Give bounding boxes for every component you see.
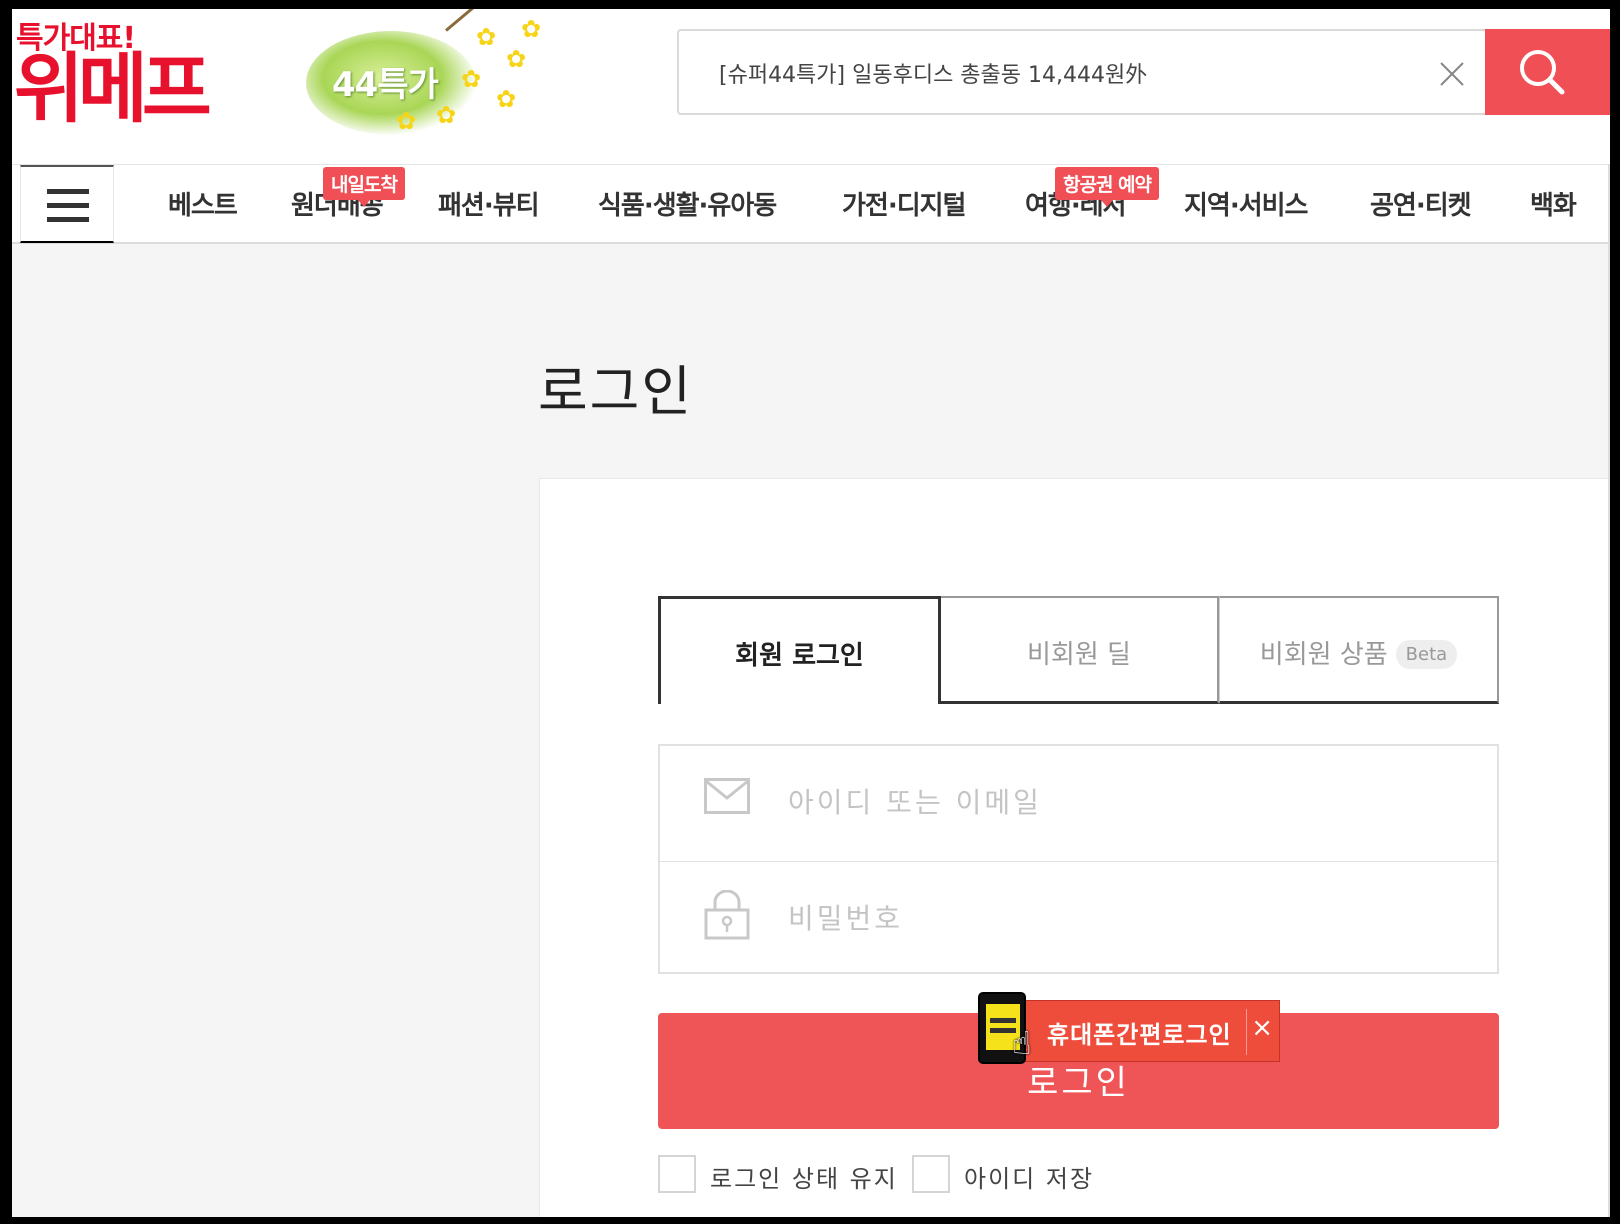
beta-badge: Beta <box>1395 640 1458 669</box>
site-header: 특가대표! 위메프 ✿ ✿ ✿ ✿ ✿ ✿ ✿ 44특가 <box>12 9 1610 164</box>
login-submit-label: 로그인 <box>1027 1063 1130 1103</box>
login-panel: 회원 로그인 비회원 딜 비회원 상품 Beta 아이디 또는 이메일 로그인 … <box>539 478 1610 1217</box>
tab-guest-deal[interactable]: 비회원 딜 <box>941 596 1219 704</box>
hamburger-menu-button[interactable] <box>20 165 114 243</box>
tab-label: 비회원 상품 <box>1259 640 1388 670</box>
search-bar <box>677 29 1485 115</box>
password-field <box>660 861 1497 974</box>
tab-guest-product[interactable]: 비회원 상품 Beta <box>1219 596 1499 704</box>
nav-item-label: 베스트 <box>168 191 238 221</box>
save-id-checkbox[interactable] <box>912 1155 950 1193</box>
pointer-hand-icon: ☝ <box>1012 1024 1032 1062</box>
flower-icon: ✿ <box>521 15 542 43</box>
lock-icon <box>704 890 750 940</box>
promo-label: 44특가 <box>332 65 439 105</box>
save-id-option[interactable]: 아이디 저장 <box>912 1155 1132 1195</box>
category-nav: 베스트 내일도착 원더배송 패션·뷰티 식품·생활·유아동 가전·디지털 항공권… <box>12 164 1610 244</box>
divider <box>1246 1009 1247 1055</box>
option-label: 아이디 저장 <box>964 1165 1095 1193</box>
nav-item-label: 지역·서비스 <box>1184 191 1308 221</box>
promo-banner[interactable]: ✿ ✿ ✿ ✿ ✿ ✿ ✿ 44특가 <box>296 9 546 137</box>
mobile-quick-login-tooltip[interactable]: 휴대폰간편로그인 × ☝ <box>978 992 1280 1064</box>
hamburger-icon <box>47 189 89 194</box>
nav-item-label: 가전·디지털 <box>842 191 966 221</box>
quick-login-label: 휴대폰간편로그인 <box>1047 1021 1232 1049</box>
nav-item-label: 백화 <box>1530 191 1577 221</box>
search-button[interactable] <box>1485 29 1610 115</box>
logo-wordmark: 위메프 <box>14 44 212 133</box>
search-input[interactable] <box>719 55 1409 91</box>
nav-badge: 항공권 예약 <box>1055 167 1160 207</box>
nav-item-wonder-delivery[interactable]: 내일도착 원더배송 <box>291 167 405 222</box>
flower-icon: ✿ <box>496 85 517 113</box>
nav-item-label: 식품·생활·유아동 <box>598 191 777 221</box>
phone-screen-line <box>990 1018 1016 1023</box>
page-edge <box>1608 164 1610 1217</box>
login-options: 로그인 상태 유지 아이디 저장 <box>658 1155 1499 1205</box>
clear-search-icon[interactable] <box>1439 61 1465 87</box>
search-icon <box>1520 50 1565 95</box>
flower-icon: ✿ <box>476 23 497 51</box>
tab-label: 회원 로그인 <box>735 641 864 671</box>
nav-badge: 내일도착 <box>323 167 405 207</box>
option-label: 로그인 상태 유지 <box>710 1165 898 1193</box>
tab-label-wrap: 비회원 상품 Beta <box>1220 634 1497 671</box>
hamburger-icon-bar <box>47 217 89 222</box>
keep-logged-in-option[interactable]: 로그인 상태 유지 <box>658 1155 918 1195</box>
login-tabs: 회원 로그인 비회원 딜 비회원 상품 Beta <box>658 596 1499 704</box>
nav-item-fashion-beauty[interactable]: 패션·뷰티 <box>438 185 540 222</box>
tab-label: 비회원 딜 <box>1027 640 1131 670</box>
nav-item-department-store[interactable]: 백화 <box>1530 185 1577 222</box>
hamburger-icon-bar <box>47 203 89 208</box>
flower-icon: ✿ <box>506 45 527 73</box>
nav-item-local-service[interactable]: 지역·서비스 <box>1184 185 1308 222</box>
nav-item-best[interactable]: 베스트 <box>168 185 238 222</box>
flower-icon: ✿ <box>461 65 482 93</box>
page-title: 로그인 <box>538 360 694 423</box>
browser-viewport: 특가대표! 위메프 ✿ ✿ ✿ ✿ ✿ ✿ ✿ 44특가 [슈퍼44특가] 일동… <box>12 9 1610 1217</box>
quick-login-banner[interactable]: 휴대폰간편로그인 × <box>1022 1000 1280 1062</box>
close-icon[interactable]: × <box>1251 1013 1273 1043</box>
mail-icon <box>704 778 750 814</box>
login-form-fields <box>658 744 1499 974</box>
tab-member-login[interactable]: 회원 로그인 <box>658 596 941 704</box>
nav-item-travel[interactable]: 항공권 예약 여행·레저 <box>1025 167 1160 222</box>
id-input[interactable] <box>788 780 1468 824</box>
keep-logged-in-checkbox[interactable] <box>658 1155 696 1193</box>
nav-item-tickets[interactable]: 공연·티켓 <box>1370 185 1472 222</box>
nav-item-label: 패션·뷰티 <box>438 191 540 221</box>
password-input[interactable] <box>788 896 1468 940</box>
nav-item-label: 공연·티켓 <box>1370 191 1472 221</box>
flower-icon: ✿ <box>396 107 417 135</box>
flower-icon: ✿ <box>436 101 457 129</box>
nav-item-electronics[interactable]: 가전·디지털 <box>842 185 966 222</box>
nav-item-food-living[interactable]: 식품·생활·유아동 <box>598 185 777 222</box>
id-field <box>660 746 1497 859</box>
